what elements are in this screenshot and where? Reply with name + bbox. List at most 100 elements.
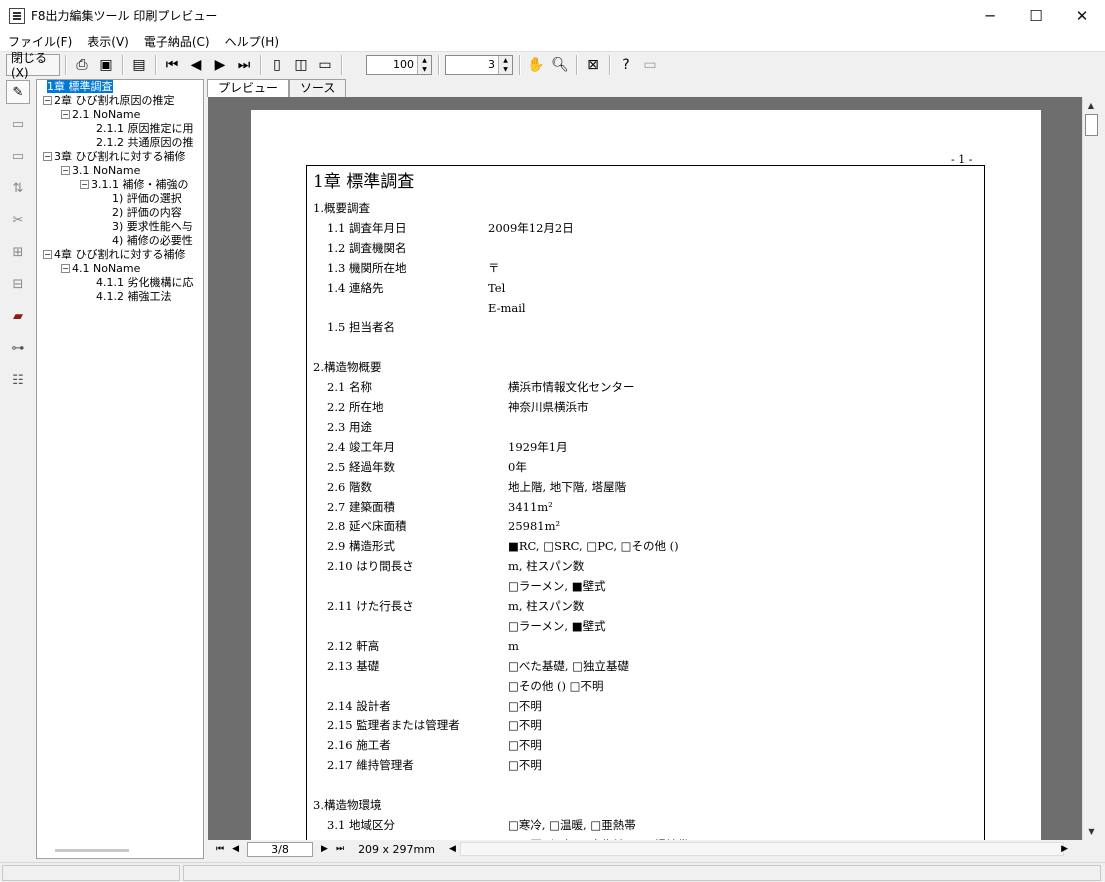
pages-input[interactable] <box>446 55 498 74</box>
page-indicator[interactable]: 3/8 <box>247 841 314 857</box>
insert-below-icon[interactable]: ▭ <box>6 144 30 168</box>
properties-icon[interactable]: ▰ <box>6 304 30 328</box>
tree-node[interactable]: 2.1.1 原因推定に用 <box>96 122 194 136</box>
menu-electronic-delivery[interactable]: 電子納品(C) <box>136 33 217 50</box>
status-cell <box>183 865 1101 881</box>
two-page-icon[interactable]: ◫ <box>290 54 312 76</box>
tree-node-label[interactable]: 4.1.2 補強工法 <box>96 290 172 303</box>
close-button[interactable]: 閉じる(X) <box>6 51 60 80</box>
move-icon[interactable]: ⇅ <box>6 176 30 200</box>
indent-icon[interactable]: ⊞ <box>6 240 30 264</box>
tree-node[interactable]: −3.1.1 補修・補強の <box>80 178 189 192</box>
list-view-icon[interactable]: ☷ <box>6 368 30 392</box>
tree-node[interactable]: 1) 評価の選択 <box>112 192 182 206</box>
save-icon[interactable]: ▣ <box>95 54 117 76</box>
tree-node-label[interactable]: 1章 標準調査 <box>46 80 114 94</box>
maximize-button[interactable]: ☐ <box>1013 0 1059 31</box>
minimize-button[interactable]: ─ <box>967 0 1013 31</box>
collapse-icon[interactable]: − <box>61 166 70 175</box>
info-icon[interactable]: ▭ <box>639 54 661 76</box>
edit-pencil-icon[interactable]: ✎ <box>6 80 30 104</box>
menu-help[interactable]: ヘルプ(H) <box>217 33 286 50</box>
tree-node[interactable]: 2.1.2 共通原因の推 <box>96 136 194 150</box>
tree-view-icon[interactable]: ⊶ <box>6 336 30 360</box>
tree-node-label[interactable]: 3) 要求性能へ与 <box>112 220 193 233</box>
tree-node[interactable]: −3.1 NoName <box>61 164 140 178</box>
toolbar-separator <box>260 54 261 75</box>
hscroll-left-icon[interactable]: ◀ <box>445 844 460 854</box>
menu-view[interactable]: 表示(V) <box>79 33 136 50</box>
collapse-icon[interactable]: − <box>61 110 70 119</box>
next-page-icon[interactable]: ▶ <box>209 54 231 76</box>
previous-page-icon[interactable]: ◀ <box>185 54 207 76</box>
doc-row-value: m, 柱スパン数 <box>508 599 585 613</box>
tree-node[interactable]: −2.1 NoName <box>61 108 140 122</box>
tree-node-label[interactable]: 2章 ひび割れ原因の推定 <box>54 94 175 107</box>
document-heading: 1章 標準調査 <box>313 172 415 192</box>
tree-node-label[interactable]: 2.1 NoName <box>72 108 140 121</box>
menu-file[interactable]: ファイル(F) <box>0 33 79 50</box>
tree-node[interactable]: −4.1 NoName <box>61 262 140 276</box>
preview-vertical-scrollbar[interactable]: ▲ ▼ <box>1082 97 1099 840</box>
tree-node[interactable]: 1章 標準調査 <box>46 80 114 94</box>
insert-above-icon[interactable]: ▭ <box>6 112 30 136</box>
tree-horizontal-scrollbar[interactable] <box>55 849 129 852</box>
scroll-up-arrow-icon[interactable]: ▲ <box>1083 97 1099 114</box>
doc-row-label: 2.9 構造形式 <box>327 539 395 554</box>
tree-node[interactable]: −2章 ひび割れ原因の推定 <box>43 94 175 108</box>
tree-node-label[interactable]: 4) 補修の必要性 <box>112 234 193 247</box>
tree-node[interactable]: 2) 評価の内容 <box>112 206 182 220</box>
tree-node[interactable]: 4.1.1 劣化機構に応 <box>96 276 194 290</box>
zoom-icon[interactable]: 🔍︎ <box>549 54 571 76</box>
hand-icon[interactable]: ✋ <box>525 54 547 76</box>
nav-prev-icon[interactable]: ◀ <box>228 844 243 854</box>
tree-node-label[interactable]: 2.1.1 原因推定に用 <box>96 122 194 135</box>
scroll-down-arrow-icon[interactable]: ▼ <box>1083 823 1100 840</box>
last-page-icon[interactable]: ⏭ <box>233 54 255 76</box>
close-window-button[interactable]: ✕ <box>1059 0 1105 31</box>
tree-node-label[interactable]: 4章 ひび割れに対する補修 <box>54 248 186 261</box>
tree-node-label[interactable]: 3.1.1 補修・補強の <box>91 178 189 191</box>
nav-first-icon[interactable]: ⏮ <box>212 844 228 854</box>
zoom-spinner[interactable]: ▲▼ <box>366 54 432 75</box>
tree-node-label[interactable]: 3.1 NoName <box>72 164 140 177</box>
single-page-icon[interactable]: ▯ <box>266 54 288 76</box>
multi-page-icon[interactable]: ▭ <box>314 54 336 76</box>
outdent-icon[interactable]: ⊟ <box>6 272 30 296</box>
collapse-icon[interactable]: − <box>43 250 52 259</box>
zoom-input[interactable] <box>367 55 417 74</box>
tree-node-label[interactable]: 1) 評価の選択 <box>112 192 182 205</box>
scroll-thumb[interactable] <box>1085 114 1098 136</box>
tree-node-label[interactable]: 4.1 NoName <box>72 262 140 275</box>
print-icon[interactable]: ⎙ <box>71 54 93 76</box>
doc-row-label: 2.13 基礎 <box>327 658 380 673</box>
tree-node[interactable]: 3) 要求性能へ与 <box>112 220 193 234</box>
tree-node[interactable]: −3章 ひび割れに対する補修 <box>43 150 186 164</box>
pages-spin-arrows[interactable]: ▲ ▼ <box>498 55 512 74</box>
collapse-icon[interactable]: − <box>43 152 52 161</box>
tree-node[interactable]: 4.1.2 補強工法 <box>96 290 172 304</box>
tree-node-label[interactable]: 3章 ひび割れに対する補修 <box>54 150 186 163</box>
pages-spinner[interactable]: ▲▼ <box>445 54 513 75</box>
tab-source[interactable]: ソース <box>289 79 347 97</box>
tree-node-label[interactable]: 2.1.2 共通原因の推 <box>96 136 194 149</box>
zoom-spin-arrows[interactable]: ▲ ▼ <box>417 55 431 74</box>
doc-row-label: 2.5 経過年数 <box>327 459 395 474</box>
nav-next-icon[interactable]: ▶ <box>317 844 332 854</box>
collapse-icon[interactable]: − <box>61 264 70 273</box>
first-page-icon[interactable]: ⏮ <box>161 54 183 76</box>
tree-node[interactable]: −4章 ひび割れに対する補修 <box>43 248 186 262</box>
tree-node-label[interactable]: 2) 評価の内容 <box>112 206 182 219</box>
print-setup-icon[interactable]: ▤ <box>128 54 150 76</box>
fit-page-icon[interactable]: ⊠ <box>582 54 604 76</box>
tree-node[interactable]: 4) 補修の必要性 <box>112 234 193 248</box>
preview-horizontal-scrollbar[interactable] <box>459 842 1064 856</box>
collapse-icon[interactable]: − <box>80 180 89 189</box>
collapse-icon[interactable]: − <box>43 96 52 105</box>
hscroll-right-icon[interactable]: ▶ <box>1057 844 1072 854</box>
help-icon[interactable]: ? <box>615 54 637 76</box>
tab-preview[interactable]: プレビュー <box>207 79 290 97</box>
delete-icon[interactable]: ✂ <box>6 208 30 232</box>
tree-node-label[interactable]: 4.1.1 劣化機構に応 <box>96 276 194 289</box>
nav-last-icon[interactable]: ⏭ <box>332 844 348 854</box>
